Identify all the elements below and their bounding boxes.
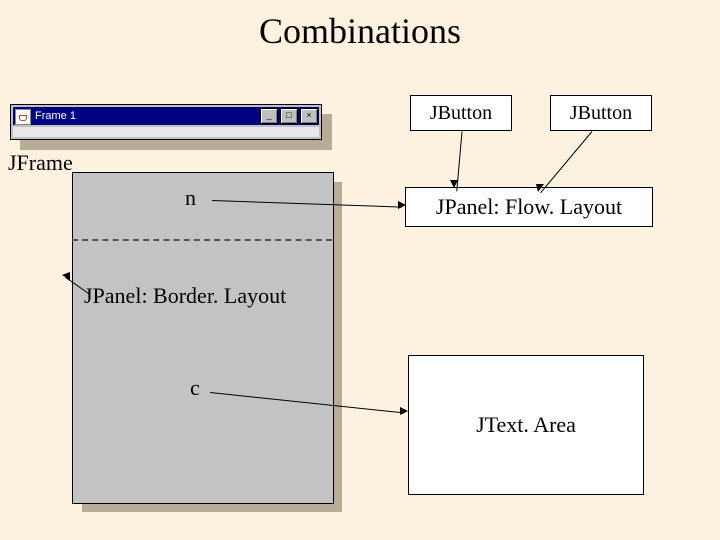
window-body xyxy=(13,127,319,137)
arrow-head-c-to-textarea xyxy=(400,407,408,415)
north-divider xyxy=(72,239,332,241)
arrow-head-btn2 xyxy=(536,184,544,192)
minimize-button[interactable]: _ xyxy=(260,108,278,124)
jbutton-label-1: JButton xyxy=(410,95,512,131)
north-region-label: n xyxy=(185,185,196,211)
arrow-head-border-to-panel xyxy=(62,272,70,280)
page-title: Combinations xyxy=(0,10,720,52)
jpanel-border xyxy=(72,172,334,504)
flowlayout-label: JPanel: Flow. Layout xyxy=(405,187,653,227)
arrow-head-btn1 xyxy=(450,180,458,188)
arrow-btn2-to-flow xyxy=(540,131,592,193)
center-region-label: c xyxy=(190,375,200,401)
java-cup-icon xyxy=(15,109,31,125)
window-title-text: Frame 1 xyxy=(35,110,76,122)
jframe-window: Frame 1 _ □ × xyxy=(10,104,322,140)
textarea-label: JText. Area xyxy=(408,355,644,495)
maximize-button[interactable]: □ xyxy=(280,108,298,124)
close-button[interactable]: × xyxy=(300,108,318,124)
window-buttons: _ □ × xyxy=(260,108,318,124)
borderlayout-label: JPanel: Border. Layout xyxy=(84,283,286,309)
jbutton-label-2: JButton xyxy=(550,95,652,131)
arrow-head-n-to-flow xyxy=(398,201,406,209)
jframe-label: JFrame xyxy=(8,150,73,176)
